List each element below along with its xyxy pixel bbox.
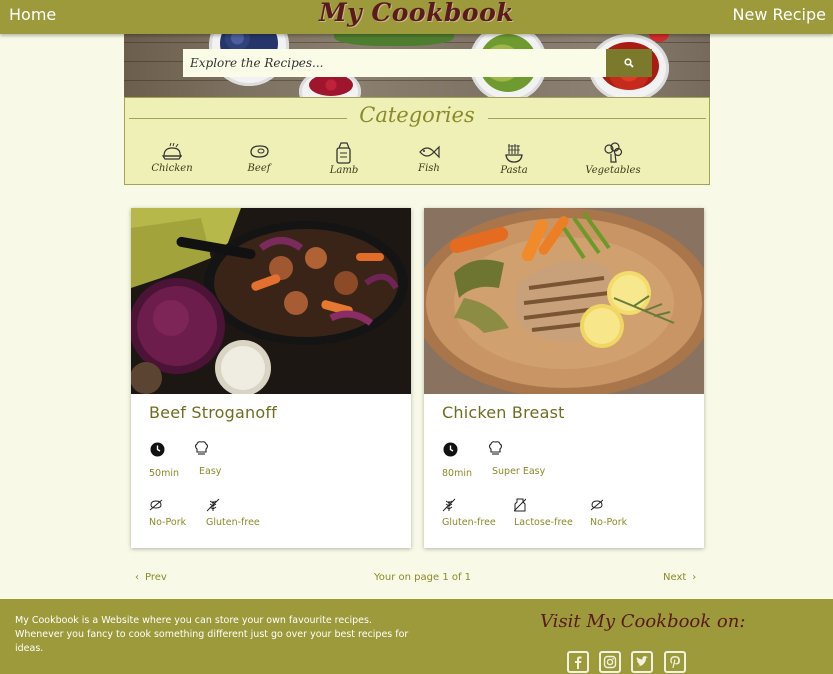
tag: No-Pork [590, 517, 628, 528]
category-label: Vegetables [585, 165, 641, 176]
chevron-left-icon: ‹ [135, 572, 139, 583]
category-label: Lamb [329, 165, 359, 176]
top-navbar: Home My Cookbook New Recipe [0, 0, 833, 34]
recipe-image[interactable] [131, 208, 411, 394]
lactose-free-icon [514, 498, 526, 512]
categories-panel: Categories Chicken Beef Lamb Fish Pasta … [124, 97, 710, 185]
fish-icon [419, 145, 440, 159]
chicken-icon [161, 142, 183, 160]
lamb-icon [336, 142, 351, 164]
tag: Lactose-free [514, 517, 573, 528]
cook-time: 50min [149, 468, 180, 479]
recipe-title[interactable]: Beef Stroganoff [149, 403, 277, 422]
new-recipe-link[interactable]: New Recipe [733, 5, 826, 24]
instagram-icon [603, 655, 617, 669]
clock-icon [150, 442, 165, 457]
instagram-link[interactable] [599, 651, 621, 673]
prev-button[interactable]: ‹ Prev [135, 572, 167, 583]
category-chicken[interactable]: Chicken [142, 142, 202, 174]
no-pork-icon [149, 499, 163, 511]
category-fish[interactable]: Fish [399, 142, 459, 174]
category-pasta[interactable]: Pasta [484, 142, 544, 176]
recipe-card[interactable]: Chicken Breast 80min Super Easy Gluten-f… [424, 208, 704, 548]
pinterest-icon [670, 656, 680, 668]
facebook-link[interactable] [567, 651, 589, 673]
recipe-card[interactable]: Beef Stroganoff 50min Easy No-Pork Glute… [131, 208, 411, 548]
vegetables-icon [604, 142, 623, 163]
chef-hat-icon [194, 441, 209, 455]
beef-icon [250, 145, 269, 158]
chevron-right-icon: › [692, 572, 697, 583]
twitter-link[interactable] [631, 651, 653, 673]
page-status: Your on page 1 of 1 [374, 572, 472, 583]
cook-time: 80min [442, 468, 473, 479]
pinterest-link[interactable] [664, 651, 686, 673]
footer-description: My Cookbook is a Website where you can s… [15, 615, 409, 654]
category-label: Beef [247, 163, 271, 174]
footer: My Cookbook is a Website where you can s… [0, 599, 833, 674]
category-vegetables[interactable]: Vegetables [583, 142, 643, 176]
footer-visit-title: Visit My Cookbook on: [540, 611, 746, 632]
next-label: Next [663, 572, 687, 583]
categories-title: Categories [359, 103, 475, 127]
facebook-icon [575, 656, 582, 669]
next-button[interactable]: Next › [663, 572, 696, 583]
search-input[interactable] [183, 49, 606, 77]
pasta-icon [505, 144, 523, 163]
tag: No-Pork [149, 517, 187, 528]
category-label: Pasta [500, 165, 528, 176]
brand-logo[interactable]: My Cookbook [0, 0, 833, 27]
gluten-free-icon [442, 498, 456, 512]
gluten-free-icon [206, 498, 220, 512]
twitter-icon [636, 656, 648, 667]
no-pork-icon [590, 499, 604, 511]
category-beef[interactable]: Beef [229, 142, 289, 174]
divider [488, 118, 706, 119]
prev-label: Prev [145, 572, 167, 583]
search-button[interactable] [606, 49, 652, 77]
difficulty: Super Easy [492, 466, 546, 477]
category-lamb[interactable]: Lamb [314, 142, 374, 176]
category-label: Chicken [151, 163, 193, 174]
tag: Gluten-free [206, 517, 260, 528]
tag: Gluten-free [442, 517, 496, 528]
recipe-image[interactable] [424, 208, 704, 394]
chef-hat-icon [488, 441, 503, 455]
category-label: Fish [418, 163, 440, 174]
clock-icon [443, 442, 458, 457]
search-icon [624, 58, 634, 68]
difficulty: Easy [199, 466, 222, 477]
recipe-title[interactable]: Chicken Breast [442, 403, 565, 422]
